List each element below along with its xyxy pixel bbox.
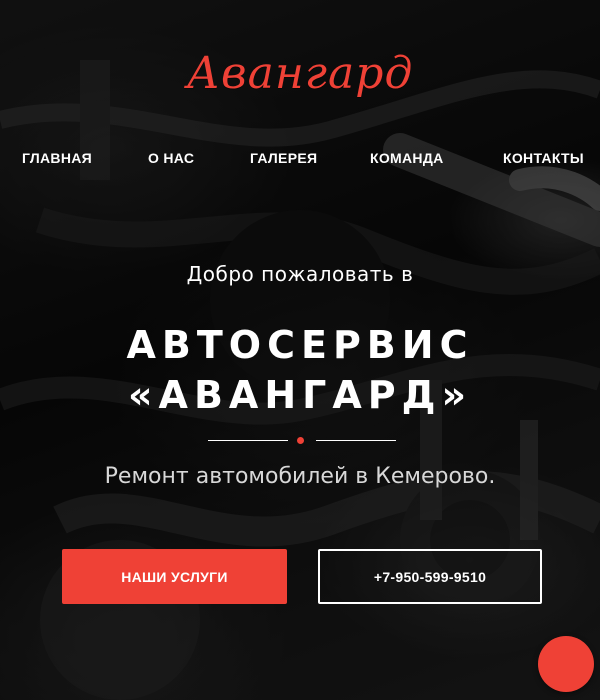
nav-item-contacts[interactable]: КОНТАКТЫ [503, 150, 584, 166]
hero-section: Авангард ГЛАВНАЯ О НАС ГАЛЕРЕЯ КОМАНДА К… [0, 0, 600, 700]
nav-item-home[interactable]: ГЛАВНАЯ [22, 150, 92, 166]
phone-button-label: +7-950-599-9510 [373, 568, 487, 585]
nav-item-about[interactable]: О НАС [148, 150, 194, 166]
services-button-label: НАШИ УСЛУГИ [121, 568, 228, 585]
hero-headline: АВТОСЕРВИС «АВАНГАРД» [0, 320, 600, 420]
headline-line-1: АВТОСЕРВИС [126, 323, 474, 367]
headline-line-2: «АВАНГАРД» [128, 373, 472, 417]
hero-subtitle: Ремонт автомобилей в Кемерово. [104, 464, 496, 489]
main-nav: ГЛАВНАЯ О НАС ГАЛЕРЕЯ КОМАНДА КОНТАКТЫ [0, 150, 600, 174]
divider-dot [297, 437, 304, 444]
divider-line-right [316, 440, 396, 441]
phone-button[interactable]: +7-950-599-9510 [318, 549, 542, 604]
divider-line-left [208, 440, 288, 441]
nav-item-team[interactable]: КОМАНДА [370, 150, 444, 166]
nav-item-gallery[interactable]: ГАЛЕРЕЯ [250, 150, 317, 166]
brand-logo[interactable]: Авангард [0, 48, 600, 99]
floating-action-button[interactable] [538, 636, 594, 692]
services-button[interactable]: НАШИ УСЛУГИ [62, 549, 287, 604]
title-divider [0, 434, 600, 446]
welcome-text: Добро пожаловать в [186, 262, 414, 286]
